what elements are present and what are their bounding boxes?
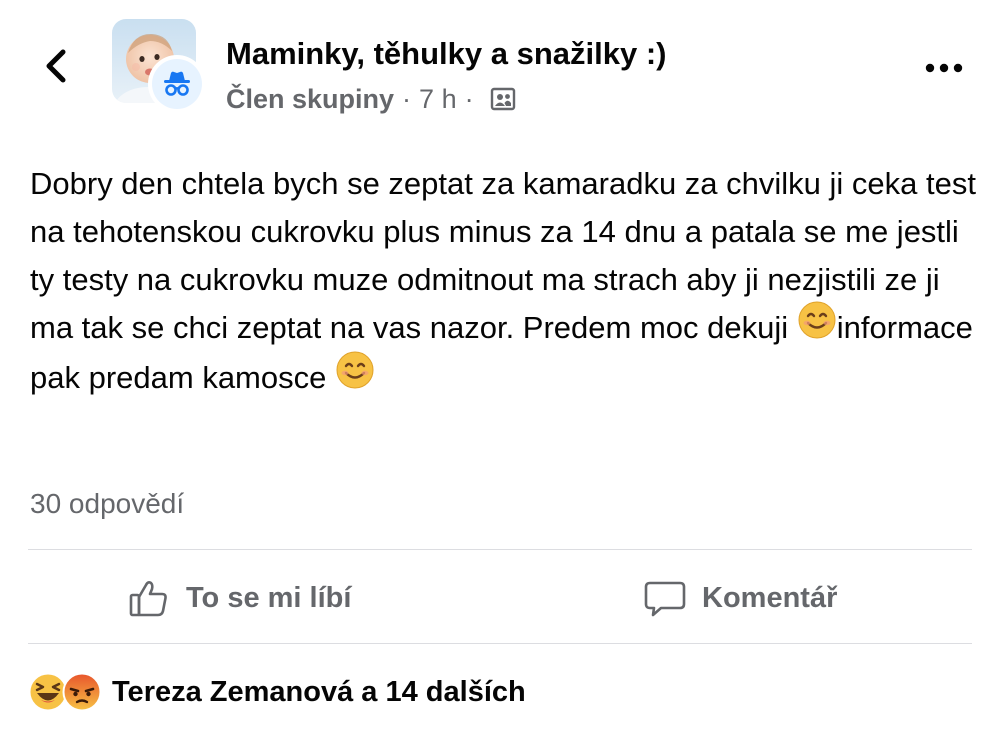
meta-separator-2: · [464, 83, 474, 114]
comment-label: Komentář [702, 581, 838, 614]
meta-separator: · [402, 83, 412, 114]
like-label: To se mi líbí [186, 581, 352, 614]
reply-count[interactable]: 30 odpovědí [30, 486, 184, 522]
post-meta: Člen skupiny · 7 h · [226, 82, 516, 116]
divider-top [28, 549, 972, 550]
divider-bottom [28, 643, 972, 644]
anonymous-badge [148, 55, 206, 113]
author-role: Člen skupiny [226, 83, 395, 114]
back-button[interactable] [36, 44, 76, 88]
reaction-icons [28, 672, 102, 712]
angry-reaction-icon [62, 672, 102, 712]
thumbs-up-icon [128, 577, 170, 619]
anonymous-incognito-icon [164, 71, 190, 96]
group-name[interactable]: Maminky, těhulky a snažilky :) [226, 34, 666, 74]
reactions-summary[interactable]: Tereza Zemanová a 14 dalších [28, 670, 526, 714]
comment-button[interactable]: Komentář [644, 572, 837, 624]
post-time[interactable]: 7 h [419, 84, 457, 115]
group-members-icon [490, 86, 516, 112]
group-avatar-container[interactable] [112, 19, 208, 115]
post-text: Dobry den chtela bych se zeptat za kamar… [30, 160, 980, 404]
smiling-face-icon [797, 300, 837, 354]
like-button[interactable]: To se mi líbí [128, 572, 351, 624]
reactors-text: Tereza Zemanová a 14 dalších [112, 675, 526, 708]
more-options-icon [925, 63, 963, 73]
more-options-button[interactable] [918, 52, 970, 84]
comment-bubble-icon [644, 577, 686, 619]
chevron-left-icon [46, 49, 66, 83]
smiling-face-icon-2 [335, 350, 375, 404]
